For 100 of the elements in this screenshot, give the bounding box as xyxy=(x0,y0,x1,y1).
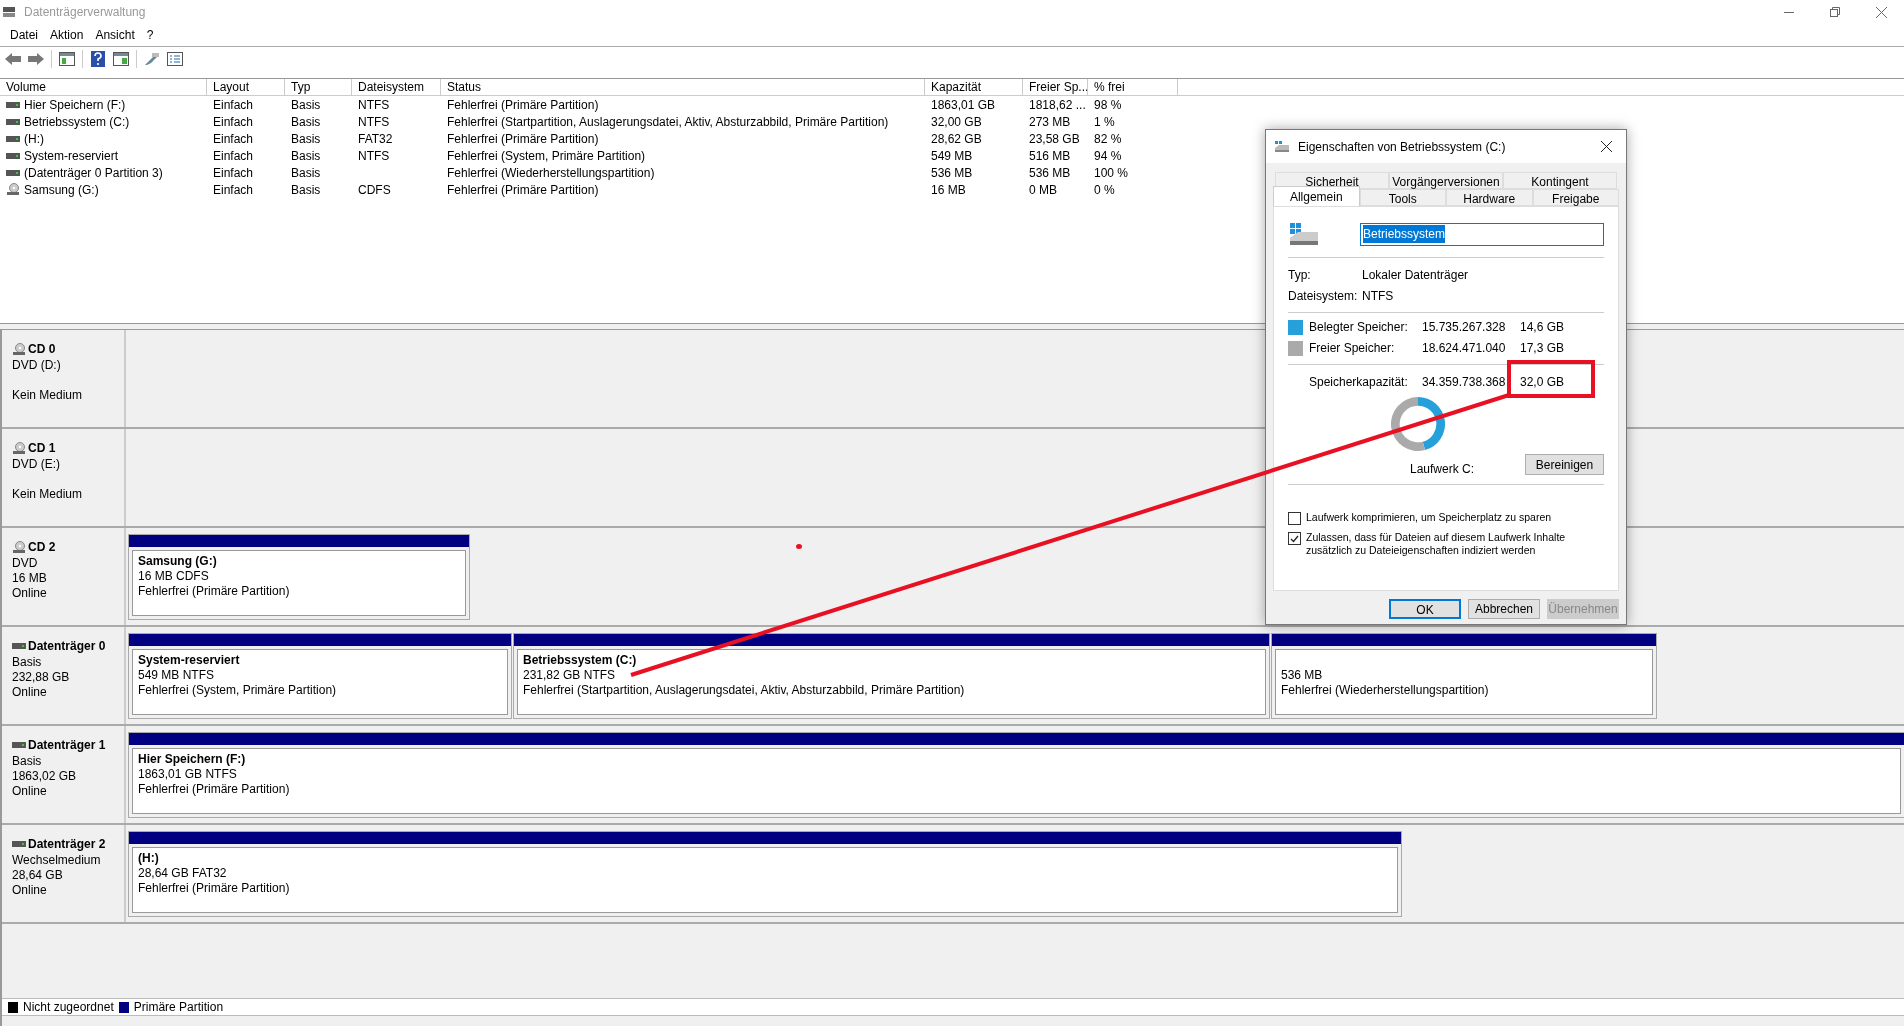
disk-label-panel[interactable]: CD 1 DVD (E:) Kein Medium xyxy=(2,429,126,526)
disk-name: CD 2 xyxy=(28,539,56,556)
dialog-button[interactable]: OK xyxy=(1389,599,1461,619)
disk-info: 16 MB xyxy=(12,571,48,586)
disk-label-panel[interactable]: Datenträger 0 Basis 232,88 GB Online xyxy=(2,627,126,724)
disk-name: Datenträger 0 xyxy=(28,638,106,655)
disk-info: DVD xyxy=(12,556,39,571)
table-cell-text: (Datenträger 0 Partition 3) xyxy=(24,164,163,182)
info-label: Dateisystem: xyxy=(1288,287,1359,305)
table-cell-text: FAT32 xyxy=(358,130,393,148)
table-cell-text: Fehlerfrei (Startpartition, Auslagerungsdatei, Aktiv, Absturzabbild, Primäre Partition) xyxy=(447,113,889,131)
drive-label: Laufwerk C: xyxy=(1410,461,1475,478)
column-header[interactable]: Dateisystem xyxy=(352,79,441,95)
disk-name: CD 0 xyxy=(28,341,56,358)
column-header[interactable]: Kapazität xyxy=(925,79,1023,95)
close-icon xyxy=(1600,141,1612,152)
storage-label: Belegter Speicher: xyxy=(1309,319,1409,336)
table-cell-text: Einfach xyxy=(213,164,254,182)
disk-label-panel[interactable]: CD 0 DVD (D:) Kein Medium xyxy=(2,330,126,427)
close-icon xyxy=(1875,6,1887,18)
cd-drive-icon xyxy=(12,540,26,554)
app-icon xyxy=(2,6,16,18)
partition-size: 28,64 GB FAT32 xyxy=(138,866,228,881)
partition-size: 231,82 GB NTFS xyxy=(523,668,617,683)
back-arrow-icon xyxy=(5,52,21,65)
legend-label: Primäre Partition xyxy=(133,999,224,1016)
table-cell-text: Einfach xyxy=(213,113,254,131)
table-cell-text: Einfach xyxy=(213,130,254,148)
disk-info: DVD (D:) xyxy=(12,358,62,373)
partition-size: 549 MB NTFS xyxy=(138,668,216,683)
column-header[interactable]: % frei xyxy=(1088,79,1178,95)
table-cell-text: Fehlerfrei (Primäre Partition) xyxy=(447,130,599,148)
disk-info: 1863,02 GB xyxy=(12,769,78,784)
tab[interactable]: Tools xyxy=(1359,189,1446,206)
table-cell-text: Hier Speichern (F:) xyxy=(24,96,126,114)
cd-drive-icon xyxy=(6,183,20,196)
tab[interactable]: Allgemein xyxy=(1273,186,1360,206)
cd-drive-icon xyxy=(12,441,26,455)
disk-info: Online xyxy=(12,685,48,700)
disk-label-panel[interactable]: CD 2 DVD 16 MB Online xyxy=(2,528,126,625)
storage-bytes: 15.735.267.328 xyxy=(1422,319,1507,336)
partition-block[interactable]: 536 MB Fehlerfrei (Wiederherstellungspartition) xyxy=(1271,633,1657,719)
menu-item[interactable]: ? xyxy=(140,25,160,45)
disk-info: Online xyxy=(12,784,48,799)
capacity-bytes: 34.359.738.368 xyxy=(1422,374,1507,391)
cleanup-button[interactable]: Bereinigen xyxy=(1525,454,1604,475)
column-header[interactable]: Volume xyxy=(0,79,207,95)
tab[interactable]: Kontingent xyxy=(1503,172,1617,189)
checkbox[interactable] xyxy=(1288,512,1301,525)
window-title: Datenträgerverwaltung xyxy=(24,4,146,21)
table-cell-text: 516 MB xyxy=(1029,147,1071,165)
menu-item[interactable]: Ansicht xyxy=(89,25,141,45)
drive-icon xyxy=(1290,223,1320,245)
capacity-label: Speicherkapazität: xyxy=(1309,374,1409,391)
table-cell-text: 100 % xyxy=(1094,164,1129,182)
menu-item[interactable]: Aktion xyxy=(44,25,90,45)
column-header[interactable]: Typ xyxy=(285,79,352,95)
partition-block[interactable]: Hier Speichern (F:) 1863,01 GB NTFS Fehlerfrei (Primäre Partition) xyxy=(128,732,1904,818)
partition-block[interactable]: Betriebssystem (C:) 231,82 GB NTFS Fehlerfrei (Startpartition, Auslagerungsdatei, Aktiv, Absturzabbild, Primäre Partition) xyxy=(513,633,1270,719)
table-cell-text: 536 MB xyxy=(931,164,973,182)
disk-name: Datenträger 1 xyxy=(28,737,106,754)
table-cell-text: 1818,62 ... xyxy=(1029,96,1086,114)
checkbox[interactable] xyxy=(1288,532,1301,545)
name-field[interactable]: Betriebssystem xyxy=(1360,222,1604,246)
column-header[interactable]: Freier Sp... xyxy=(1023,79,1088,95)
partition-block[interactable]: Samsung (G:) 16 MB CDFS Fehlerfrei (Primäre Partition) xyxy=(128,534,470,620)
partition-status: Fehlerfrei (System, Primäre Partition) xyxy=(138,683,338,698)
partition-status: Fehlerfrei (Wiederherstellungspartition) xyxy=(1281,683,1490,698)
disk-label-panel[interactable]: Datenträger 1 Basis 1863,02 GB Online xyxy=(2,726,126,823)
drive-icon xyxy=(6,152,20,159)
table-cell-text: 0 MB xyxy=(1029,181,1057,199)
partition-block[interactable]: System-reserviert 549 MB NTFS Fehlerfrei (System, Primäre Partition) xyxy=(128,633,512,719)
disk-info: 28,64 GB xyxy=(12,868,64,883)
tab[interactable]: Hardware xyxy=(1446,189,1533,206)
menu-item[interactable]: Datei xyxy=(4,25,44,45)
column-header[interactable]: Status xyxy=(441,79,925,95)
disk-info: Online xyxy=(12,586,48,601)
partition-status: Fehlerfrei (Primäre Partition) xyxy=(138,881,291,896)
tab[interactable]: Vorgängerversionen xyxy=(1389,172,1503,189)
tab[interactable]: Freigabe xyxy=(1532,189,1619,206)
dialog-button[interactable]: Abbrechen xyxy=(1468,599,1540,619)
disk-name: CD 1 xyxy=(28,440,56,457)
table-cell-text: NTFS xyxy=(358,147,390,165)
table-cell-text: Fehlerfrei (Wiederherstellungspartition) xyxy=(447,164,655,182)
column-header[interactable]: Layout xyxy=(207,79,285,95)
list-icon xyxy=(167,51,183,66)
cd-drive-icon xyxy=(12,342,26,356)
partition-block[interactable]: (H:) 28,64 GB FAT32 Fehlerfrei (Primäre Partition) xyxy=(128,831,1402,917)
table-cell-text: 98 % xyxy=(1094,96,1122,114)
partition-size: 16 MB CDFS xyxy=(138,569,210,584)
drive-icon xyxy=(12,742,26,748)
table-cell-text: CDFS xyxy=(358,181,391,199)
storage-size: 14,6 GB xyxy=(1520,319,1565,336)
disk-info: DVD (E:) xyxy=(12,457,61,472)
disk-label-panel[interactable]: Datenträger 2 Wechselmedium 28,64 GB Online xyxy=(2,825,126,922)
drive-icon xyxy=(6,135,20,142)
checkbox-label: Laufwerk komprimieren, um Speicherplatz zu sparen xyxy=(1306,511,1553,524)
disk-info: Basis xyxy=(12,754,43,769)
restore-icon xyxy=(1830,7,1840,17)
disk-info: 232,88 GB xyxy=(12,670,71,685)
